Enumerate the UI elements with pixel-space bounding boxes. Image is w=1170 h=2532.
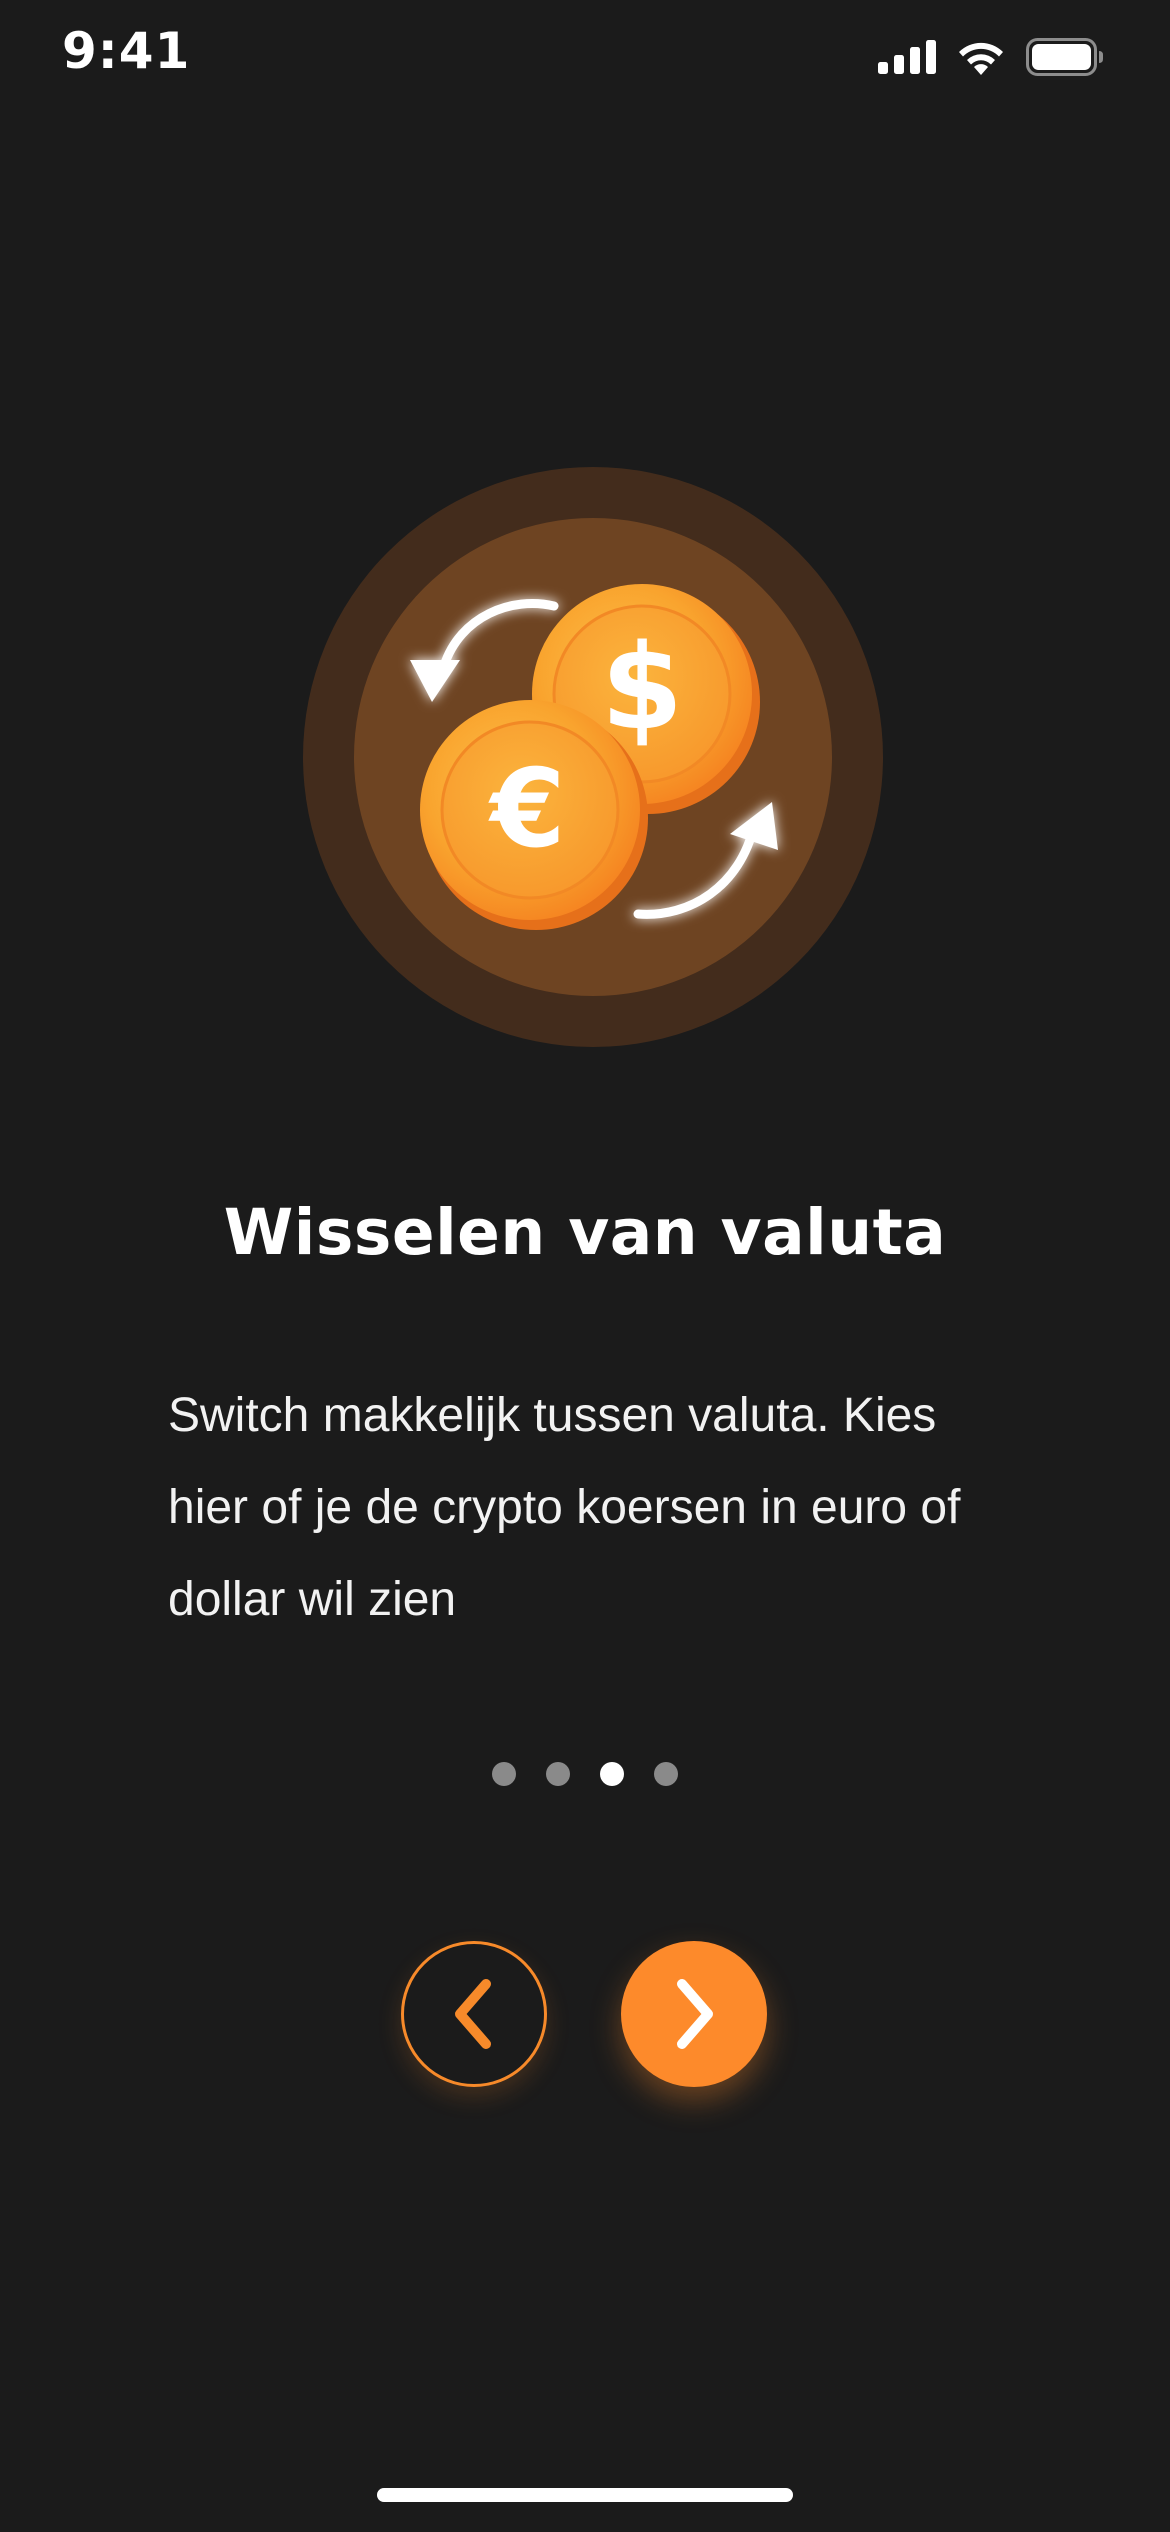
status-time: 9:41	[62, 22, 191, 80]
pagination-dot-2[interactable]	[546, 1762, 570, 1786]
onboarding-screen: 9:41 $ € Wisselen van valuta Switch makk…	[0, 0, 1170, 2532]
onboarding-title: Wisselen van valuta	[223, 1196, 947, 1269]
pagination-dots	[0, 1762, 1170, 1786]
currency-exchange-icon: $ €	[303, 467, 883, 1047]
currency-exchange-illustration: $ €	[302, 466, 884, 1048]
onboarding-description: Switch makkelijk tussen valuta. Kies hie…	[168, 1389, 961, 1626]
pagination-dot-4[interactable]	[654, 1762, 678, 1786]
chevron-right-icon	[677, 1979, 713, 2049]
svg-text:$: $	[601, 618, 683, 756]
previous-button[interactable]	[401, 1941, 547, 2087]
wifi-icon	[959, 42, 1003, 75]
battery-icon	[1026, 38, 1103, 76]
home-indicator[interactable]	[377, 2488, 793, 2502]
pagination-dot-3-active[interactable]	[600, 1762, 624, 1786]
next-button[interactable]	[621, 1941, 767, 2087]
status-bar: 9:41	[0, 0, 1170, 120]
svg-text:€: €	[487, 747, 565, 872]
chevron-left-icon	[455, 1979, 491, 2049]
status-icons	[878, 32, 1104, 82]
pagination-dot-1[interactable]	[492, 1762, 516, 1786]
cellular-signal-icon	[878, 40, 936, 74]
